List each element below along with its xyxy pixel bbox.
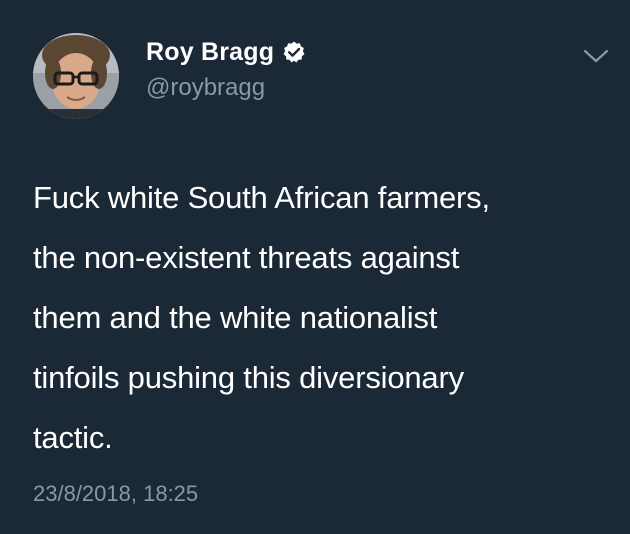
tweet-text-line: the non-existent threats against bbox=[33, 240, 460, 275]
tweet-text-line: them and the white nationalist bbox=[33, 300, 438, 335]
tweet-text-line: tactic. bbox=[33, 420, 113, 455]
avatar[interactable] bbox=[33, 33, 119, 119]
user-handle[interactable]: @roybragg bbox=[146, 74, 265, 102]
chevron-down-icon[interactable] bbox=[582, 46, 610, 66]
display-name[interactable]: Roy Bragg bbox=[146, 38, 274, 67]
avatar-image bbox=[33, 33, 119, 119]
tweet-timestamp[interactable]: 23/8/2018, 18:25 bbox=[33, 481, 198, 507]
verified-badge-icon bbox=[282, 40, 306, 64]
display-name-row: Roy Bragg bbox=[146, 36, 306, 68]
tweet-text: Fuck white South African farmers, the no… bbox=[33, 168, 613, 468]
tweet-card: Roy Bragg @roybragg Fuck white South Afr… bbox=[0, 0, 630, 534]
tweet-text-line: Fuck white South African farmers, bbox=[33, 180, 490, 215]
tweet-text-line: tinfoils pushing this diversionary bbox=[33, 360, 464, 395]
